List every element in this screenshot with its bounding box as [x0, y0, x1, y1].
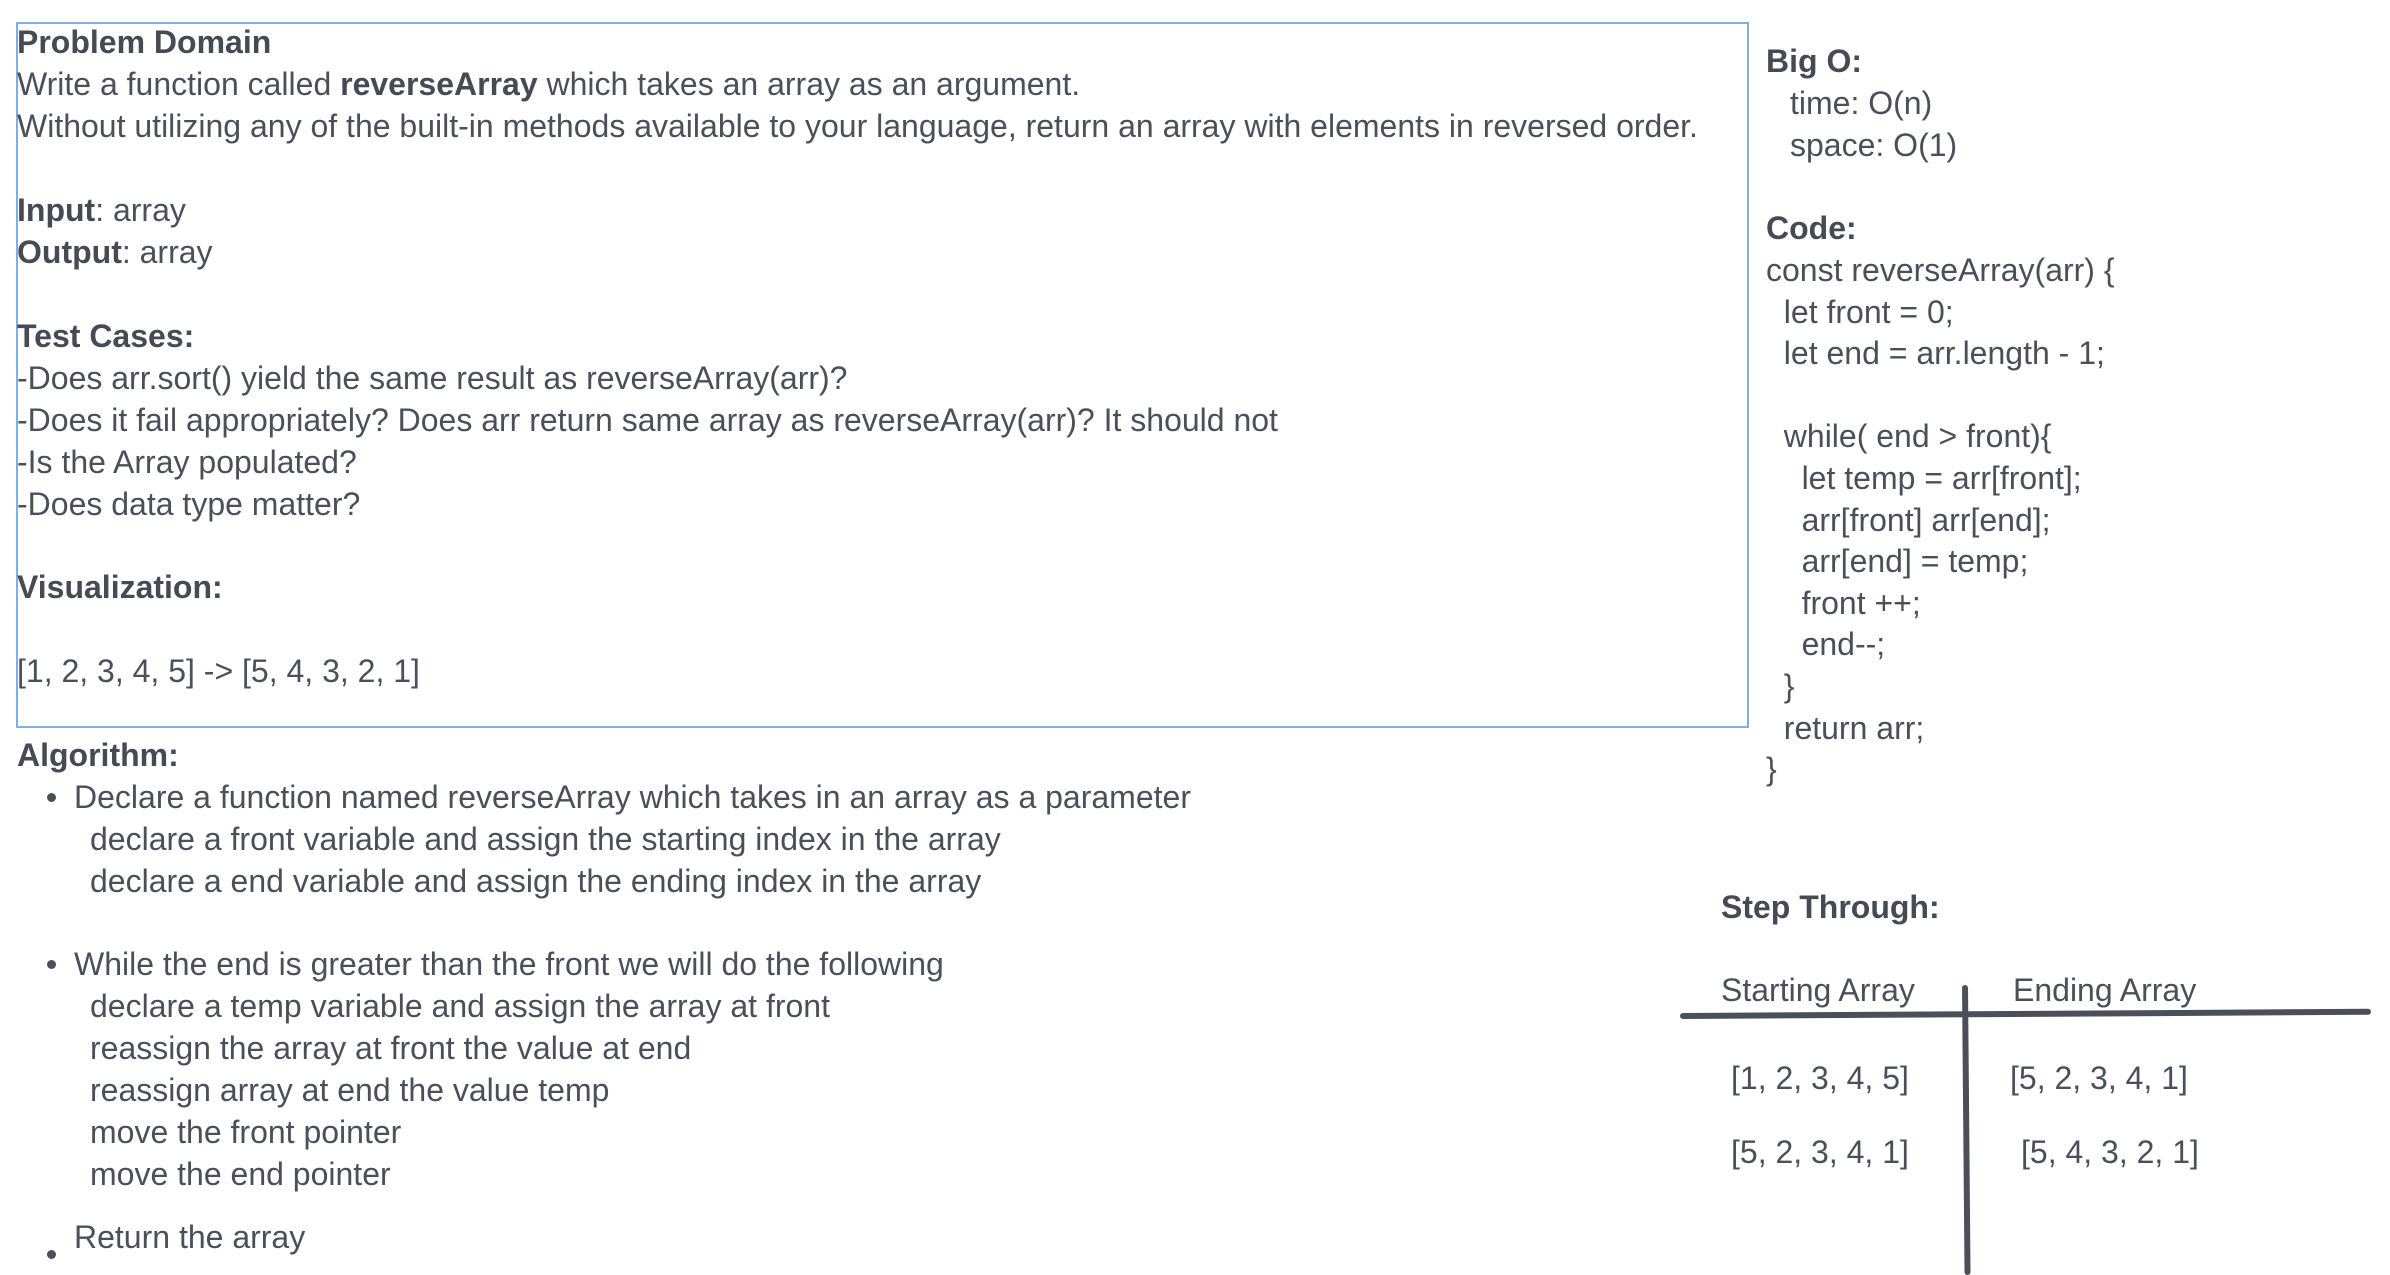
code-line: let end = arr.length - 1;: [1766, 335, 2105, 372]
code-line: return arr;: [1766, 709, 1925, 746]
test-case-item: -Does arr.sort() yield the same result a…: [17, 360, 848, 396]
code-line: arr[end] = temp;: [1766, 543, 2029, 580]
test-case-item: -Is the Array populated?: [17, 444, 357, 480]
table-cell-end: [5, 2, 3, 4, 1]: [2010, 1060, 2188, 1096]
code-line: arr[front] arr[end];: [1766, 501, 2051, 538]
algorithm-substep: reassign array at end the value temp: [90, 1072, 610, 1108]
code-line: }: [1766, 751, 1777, 788]
problem-desc-prefix: Write a function called: [17, 66, 341, 102]
bigo-heading: Big O:: [1766, 43, 1862, 79]
algorithm-substep: declare a temp variable and assign the a…: [90, 988, 830, 1024]
code-line: let front = 0;: [1766, 293, 1954, 330]
code-line: }: [1766, 668, 1795, 704]
code-heading: Code:: [1766, 210, 1857, 246]
output-line: Output: array: [17, 232, 213, 274]
problem-heading: Problem Domain: [17, 24, 272, 60]
output-value: : array: [121, 234, 213, 270]
input-value: : array: [95, 192, 186, 228]
table-header-divider: [1679, 1008, 2372, 1019]
problem-desc-function-name: reverseArray: [340, 66, 538, 102]
algorithm-heading: Algorithm:: [17, 737, 179, 773]
problem-desc-suffix: which takes an array as an argument.: [537, 66, 1081, 102]
table-cell-end: [5, 4, 3, 2, 1]: [2021, 1134, 2199, 1170]
bullet-dot: [47, 960, 56, 969]
table-cell-start: [1, 2, 3, 4, 5]: [1731, 1060, 1909, 1096]
algorithm-step: While the end is greater than the front …: [74, 946, 944, 982]
problem-description-2: Without utilizing any of the built-in me…: [17, 108, 1698, 144]
column-header-starting-array: Starting Array: [1721, 972, 1915, 1008]
code-line: end--;: [1766, 626, 1886, 663]
code-line: front ++;: [1766, 584, 1921, 621]
bigo-time: time: O(n): [1790, 85, 1933, 121]
input-line: Input: array: [17, 190, 186, 232]
code-line: let temp = arr[front];: [1766, 460, 2082, 496]
algorithm-substep: declare a front variable and assign the …: [90, 821, 1001, 857]
bullet-dot: [47, 793, 56, 802]
table-cell-start: [5, 2, 3, 4, 1]: [1731, 1134, 1909, 1170]
test-case-item: -Does it fail appropriately? Does arr re…: [17, 402, 1278, 438]
bigo-space: space: O(1): [1790, 127, 1958, 163]
visualization-heading: Visualization:: [17, 569, 223, 605]
test-case-item: -Does data type matter?: [17, 486, 361, 522]
column-header-ending-array: Ending Array: [2013, 972, 2197, 1008]
input-label: Input: [17, 192, 96, 228]
code-line: while( end > front){: [1766, 418, 2052, 455]
problem-description: Write a function called reverseArray whi…: [17, 64, 1080, 106]
algorithm-substep: reassign the array at front the value at…: [90, 1030, 692, 1066]
algorithm-step: Return the array: [74, 1219, 306, 1255]
table-column-divider: [1962, 984, 1971, 1275]
visualization-text: [1, 2, 3, 4, 5] -> [5, 4, 3, 2, 1]: [17, 653, 420, 689]
algorithm-substep: move the end pointer: [90, 1156, 391, 1192]
algorithm-substep: move the front pointer: [90, 1114, 402, 1150]
output-label: Output: [17, 234, 122, 270]
code-line: const reverseArray(arr) {: [1766, 252, 2115, 288]
algorithm-step: Declare a function named reverseArray wh…: [74, 779, 1191, 815]
algorithm-substep: declare a end variable and assign the en…: [90, 863, 982, 899]
step-through-heading: Step Through:: [1721, 889, 1940, 925]
test-cases-heading: Test Cases:: [17, 318, 195, 354]
